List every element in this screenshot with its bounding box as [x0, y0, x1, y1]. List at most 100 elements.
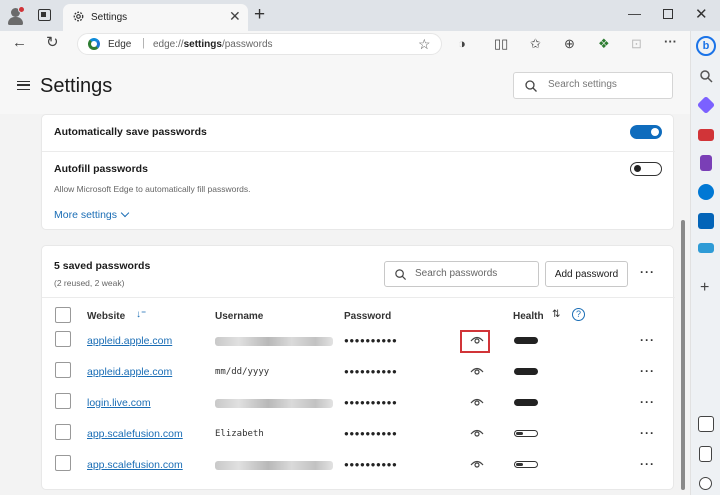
show-password-eye-icon[interactable]	[470, 397, 484, 407]
username-value: mm/dd/yyyy	[215, 367, 270, 377]
search-passwords-input[interactable]	[415, 268, 533, 279]
customize-icon[interactable]	[699, 477, 712, 490]
extension-icon[interactable]: ❖	[598, 36, 610, 52]
toolbox-icon[interactable]	[698, 129, 714, 141]
search-passwords-box[interactable]	[384, 261, 539, 287]
password-value: ●●●●●●●●●●	[344, 429, 398, 438]
tab-title: Settings	[91, 12, 128, 23]
profile-avatar-icon[interactable]	[6, 6, 26, 26]
sort-icon[interactable]: ↓⁼	[136, 309, 146, 320]
menu-icon[interactable]	[17, 81, 30, 90]
search-icon[interactable]	[699, 69, 713, 83]
toolbar: ← ↻ Edge | edge://settings/passwords ☆ ◑…	[0, 31, 690, 57]
password-health-weak	[514, 461, 538, 468]
select-all-checkbox[interactable]	[55, 307, 71, 323]
website-link[interactable]: app.scalefusion.com	[87, 428, 183, 440]
tab-settings[interactable]: Settings ✕	[63, 4, 248, 31]
saved-passwords-card: 5 saved passwords (2 reused, 2 weak) Add…	[41, 245, 675, 490]
row-checkbox[interactable]	[55, 424, 71, 440]
saved-passwords-title: 5 saved passwords	[54, 260, 151, 272]
page-title: Settings	[40, 75, 113, 97]
show-password-eye-icon[interactable]	[470, 459, 484, 469]
title-bar: Settings ✕ + — ✕	[0, 0, 720, 31]
scrollbar[interactable]	[681, 220, 685, 490]
settings-content: Automatically save passwords Autofill pa…	[0, 114, 690, 495]
show-password-eye-icon[interactable]	[470, 428, 484, 438]
add-password-button[interactable]: Add password	[545, 261, 628, 287]
website-link[interactable]: app.scalefusion.com	[87, 459, 183, 471]
website-link[interactable]: appleid.apple.com	[87, 335, 172, 347]
saved-passwords-subtitle: (2 reused, 2 weak)	[54, 278, 125, 288]
username-redacted	[215, 337, 333, 346]
search-settings-input[interactable]	[548, 79, 663, 90]
username-value: Elizabeth	[215, 429, 264, 439]
add-icon[interactable]: +	[700, 279, 709, 297]
website-link[interactable]: login.live.com	[87, 397, 151, 409]
site-label: Edge	[108, 39, 132, 50]
row-more-options-icon[interactable]: ···	[640, 333, 655, 347]
bing-icon[interactable]: b	[696, 36, 716, 56]
autofill-label: Autofill passwords	[54, 163, 148, 175]
close-window-button[interactable]: ✕	[695, 5, 708, 23]
split-screen-icon[interactable]: ▯▯	[494, 36, 508, 52]
favorite-star-icon[interactable]: ☆	[418, 36, 431, 53]
autofill-toggle[interactable]	[630, 162, 662, 176]
search-settings-box[interactable]	[513, 72, 673, 99]
column-header-website[interactable]: Website	[87, 311, 125, 322]
row-more-options-icon[interactable]: ···	[640, 364, 655, 378]
column-header-health[interactable]: Health	[513, 311, 544, 322]
password-value: ●●●●●●●●●●	[344, 398, 398, 407]
favorites-icon[interactable]: ✩	[530, 36, 541, 52]
outlook-icon[interactable]	[698, 213, 714, 229]
row-more-options-icon[interactable]: ···	[640, 426, 655, 440]
highlight-box	[460, 330, 490, 353]
chevron-down-icon	[120, 208, 130, 218]
tab-actions-icon[interactable]	[38, 9, 51, 21]
row-checkbox[interactable]	[55, 362, 71, 378]
password-value: ●●●●●●●●●●	[344, 460, 398, 469]
help-icon[interactable]: ?	[572, 308, 585, 321]
browser-essentials-icon[interactable]: ⊡	[631, 36, 642, 52]
row-more-options-icon[interactable]: ···	[640, 395, 655, 409]
row-checkbox[interactable]	[55, 455, 71, 471]
collections-icon[interactable]: ⊕	[564, 36, 575, 52]
more-settings-link[interactable]: More settings	[54, 208, 130, 221]
autosave-toggle[interactable]	[630, 125, 662, 139]
settings-header: Settings	[0, 57, 690, 114]
tag-icon[interactable]	[696, 95, 716, 115]
edge-sidebar: b +	[690, 31, 720, 495]
tab-close-icon[interactable]: ✕	[229, 8, 241, 25]
website-link[interactable]: appleid.apple.com	[87, 366, 172, 378]
split-view-icon[interactable]	[699, 446, 712, 462]
search-icon	[525, 80, 537, 92]
read-aloud-icon[interactable]: ◑	[458, 36, 466, 51]
username-redacted	[215, 399, 333, 408]
refresh-icon[interactable]: ↻	[46, 33, 59, 51]
password-health-strong	[514, 337, 538, 344]
games-icon[interactable]	[700, 155, 712, 171]
password-health-strong	[514, 368, 538, 375]
autosave-label: Automatically save passwords	[54, 126, 207, 138]
sidebar-settings-icon[interactable]	[698, 416, 714, 432]
row-checkbox[interactable]	[55, 331, 71, 347]
back-icon[interactable]: ←	[12, 34, 27, 51]
minimize-button[interactable]: —	[628, 6, 641, 21]
more-menu-icon[interactable]: ···	[664, 34, 677, 49]
office-icon[interactable]	[698, 184, 714, 200]
search-icon	[395, 269, 407, 281]
new-tab-button[interactable]: +	[254, 4, 265, 26]
sort-updown-icon[interactable]: ⇅	[552, 309, 560, 320]
password-value: ●●●●●●●●●●	[344, 336, 398, 345]
column-header-username: Username	[215, 311, 264, 322]
saved-more-options-icon[interactable]: ···	[640, 265, 655, 279]
url-separator: |	[142, 37, 145, 49]
row-more-options-icon[interactable]: ···	[640, 457, 655, 471]
maximize-button[interactable]	[663, 9, 673, 19]
address-bar[interactable]: Edge | edge://settings/passwords ☆	[77, 33, 442, 55]
divider	[42, 297, 675, 298]
edge-logo-icon	[88, 38, 100, 50]
show-password-eye-icon[interactable]	[470, 366, 484, 376]
password-health-strong	[514, 399, 538, 406]
row-checkbox[interactable]	[55, 393, 71, 409]
shopping-icon[interactable]	[698, 243, 714, 253]
